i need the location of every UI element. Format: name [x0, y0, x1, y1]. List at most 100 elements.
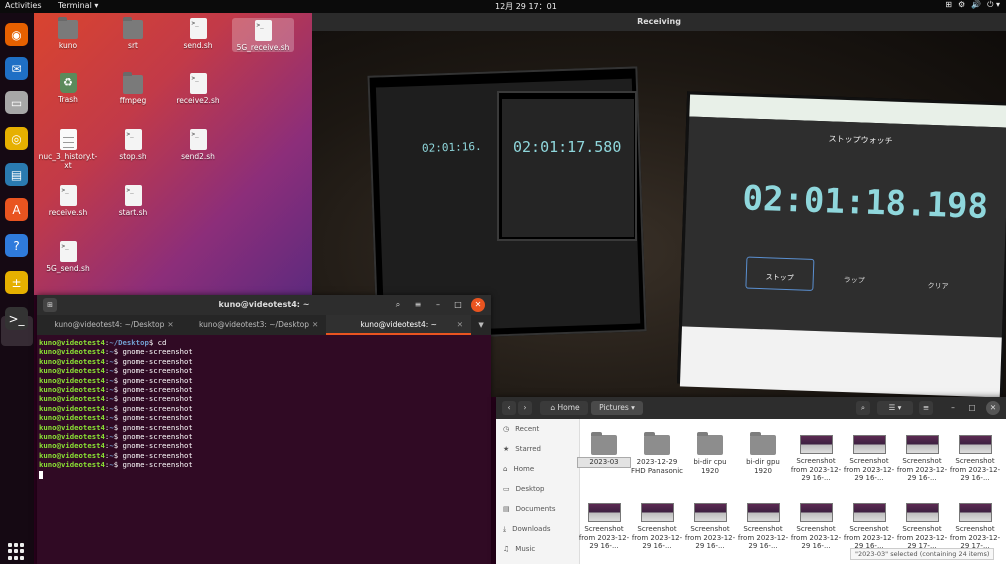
forward-icon[interactable]: › [518, 401, 532, 415]
desktop-icon-send2-sh[interactable]: >_ send2.sh [167, 129, 229, 161]
show-applications-icon[interactable] [8, 543, 25, 560]
sidebar-item-music[interactable]: ♫ Music [496, 539, 579, 559]
desktop-icon-receive2-sh[interactable]: >_ receive2.sh [167, 73, 229, 105]
file-item[interactable]: Screenshot from 2023-12-29 16-... [737, 499, 789, 551]
sidebar-item-label: Starred [515, 445, 541, 453]
terminal-window[interactable]: ⊞ kuno@videotest4: ~ ⌕ ≡ – □ ✕ kuno@vide… [37, 295, 491, 564]
desktop-icon-srt[interactable]: srt [102, 17, 164, 50]
terminal-line: kuno@videotest4:~$ gnome-screenshot [39, 366, 193, 376]
tab-close-icon[interactable]: ✕ [167, 315, 173, 335]
hamburger-menu-icon[interactable]: ≡ [919, 401, 933, 415]
file-item[interactable]: Screenshot from 2023-12-29 17-... [949, 499, 1001, 551]
path-home-button[interactable]: ⌂ Home [540, 401, 588, 415]
file-item[interactable]: Screenshot from 2023-12-29 16-... [843, 499, 895, 551]
search-icon[interactable]: ⌕ [856, 401, 870, 415]
desktop-icon-label: nuc_3_history.t-xt [38, 152, 98, 170]
terminal-tab-1[interactable]: kuno@videotest4: ~/Desktop ✕ [37, 315, 182, 335]
maximize-icon[interactable]: □ [451, 298, 465, 312]
calculator-icon[interactable]: ± [5, 271, 28, 294]
file-item[interactable]: Screenshot from 2023-12-29 16-... [949, 431, 1001, 483]
folder-item[interactable]: bi-dir cpu 1920 [684, 431, 736, 475]
file-item[interactable]: Screenshot from 2023-12-29 17-... [896, 499, 948, 551]
file-item[interactable]: Screenshot from 2023-12-29 16-... [896, 431, 948, 483]
file-item[interactable]: Screenshot from 2023-12-29 16-... [578, 499, 630, 551]
maximize-icon[interactable]: □ [966, 401, 978, 415]
folder-icon [697, 432, 723, 455]
desktop-icon-start-sh[interactable]: >_ start.sh [102, 185, 164, 217]
image-thumbnail-icon [958, 503, 992, 522]
terminal-line: kuno@videotest4:~$ gnome-screenshot [39, 356, 193, 366]
desktop-icon-nuc-3-history-t-xt[interactable]: nuc_3_history.t-xt [37, 129, 99, 170]
desktop-icon-label: start.sh [118, 208, 148, 217]
close-icon[interactable]: ✕ [471, 298, 485, 312]
view-toggle-button[interactable]: ☰ ▾ [877, 401, 913, 415]
file-label: 2023-12-29 FHD Panasonic [631, 458, 683, 475]
rhythmbox-icon[interactable]: ◎ [5, 127, 28, 150]
desktop-icon-5g-receive-sh[interactable]: >_ 5G_receive.sh [232, 18, 294, 52]
image-thumbnail-icon [852, 503, 886, 522]
files-icon[interactable]: ▭ [5, 91, 28, 114]
folder-item[interactable]: 2023-12-29 FHD Panasonic [631, 431, 683, 475]
tab-close-icon[interactable]: ✕ [312, 315, 318, 335]
tab-close-icon[interactable]: ✕ [457, 315, 463, 335]
sidebar-item-documents[interactable]: ▤ Documents [496, 499, 579, 519]
back-icon[interactable]: ‹ [502, 401, 516, 415]
tray-power-icon[interactable]: ⏻ ▾ [987, 0, 1000, 10]
image-thumbnail-icon [958, 435, 992, 454]
file-item[interactable]: Screenshot from 2023-12-29 16-... [790, 431, 842, 483]
text-file-icon [59, 129, 77, 150]
firefox-icon[interactable]: ◉ [5, 23, 28, 46]
sidebar-item-starred[interactable]: ★ Starred [496, 439, 579, 459]
tray-volume-icon[interactable]: 🔊 [971, 0, 981, 10]
desktop-icon-ffmpeg[interactable]: ffmpeg [102, 72, 164, 105]
hamburger-menu-icon[interactable]: ≡ [411, 298, 425, 312]
stopwatch-time-mid: 02:01:17.580 [513, 138, 622, 156]
terminal-output[interactable]: kuno@videotest4:~/Desktop$ cd kuno@videot… [37, 335, 491, 482]
help-icon[interactable]: ? [5, 234, 28, 257]
app-menu[interactable]: Terminal ▾ [58, 1, 98, 10]
path-pictures-button[interactable]: Pictures ▾ [591, 401, 643, 415]
desktop-icon-receive-sh[interactable]: >_ receive.sh [37, 185, 99, 217]
desktop-icon-kuno[interactable]: kuno [37, 17, 99, 50]
desktop-icon-send-sh[interactable]: >_ send.sh [167, 18, 229, 50]
activities-button[interactable]: Activities [5, 1, 42, 10]
file-item[interactable]: Screenshot from 2023-12-29 16-... [843, 431, 895, 483]
terminal-tab-3[interactable]: kuno@videotest4: ~ ✕ [326, 315, 472, 335]
desktop-icon-trash[interactable]: ♻ Trash [37, 73, 99, 104]
file-label: Screenshot from 2023-12-29 16-... [578, 525, 630, 550]
terminal-line: kuno@videotest4:~$ gnome-screenshot [39, 422, 193, 432]
search-icon[interactable]: ⌕ [391, 298, 405, 312]
folder-item[interactable]: 2023-03 [577, 431, 631, 468]
sidebar-item-label: Music [515, 545, 536, 553]
files-grid: "2023-03" selected (containing 24 items)… [577, 419, 1006, 564]
file-item[interactable]: Screenshot from 2023-12-29 16-... [631, 499, 683, 551]
prompt-user: kuno@videotest4 [39, 460, 105, 470]
tray-network-icon[interactable]: ⊞ [945, 0, 952, 10]
sidebar-item-desktop[interactable]: ▭ Desktop [496, 479, 579, 499]
terminal-line: kuno@videotest4:~$ gnome-screenshot [39, 441, 193, 451]
minimize-icon[interactable]: – [947, 401, 959, 415]
folder-icon [644, 432, 670, 455]
terminal-tab-2[interactable]: kuno@videotest3: ~/Desktop ✕ [182, 315, 327, 335]
desktop-icon-5g-send-sh[interactable]: >_ 5G_send.sh [37, 241, 99, 273]
desktop-icon-stop-sh[interactable]: >_ stop.sh [102, 129, 164, 161]
sidebar-item-recent[interactable]: ◷ Recent [496, 419, 579, 439]
clock[interactable]: 12月 29 17：01 [495, 1, 557, 12]
file-label: Screenshot from 2023-12-29 16-... [896, 457, 948, 482]
file-item[interactable]: Screenshot from 2023-12-29 16-... [684, 499, 736, 551]
image-thumbnail-icon [640, 503, 674, 522]
files-window[interactable]: ‹ › ⌂ Home Pictures ▾ ⌕ ☰ ▾ ≡ – □ ✕ ◷ Rec… [496, 397, 1006, 564]
folder-item[interactable]: bi-dir gpu 1920 [737, 431, 789, 475]
sidebar-item-downloads[interactable]: ⤓ Downloads [496, 519, 579, 539]
software-icon[interactable]: A [5, 198, 28, 221]
close-icon[interactable]: ✕ [986, 401, 1000, 415]
file-item[interactable]: Screenshot from 2023-12-29 16-... [790, 499, 842, 551]
system-tray[interactable]: ⊞ ⚙ 🔊 ⏻ ▾ [945, 0, 1000, 10]
terminal-icon[interactable]: >_ [5, 307, 28, 330]
tab-list-dropdown-icon[interactable]: ▼ [471, 315, 491, 335]
writer-icon[interactable]: ▤ [5, 163, 28, 186]
sidebar-item-home[interactable]: ⌂ Home [496, 459, 579, 479]
tray-settings-icon[interactable]: ⚙ [958, 0, 965, 10]
thunderbird-icon[interactable]: ✉ [5, 57, 28, 80]
minimize-icon[interactable]: – [431, 298, 445, 312]
